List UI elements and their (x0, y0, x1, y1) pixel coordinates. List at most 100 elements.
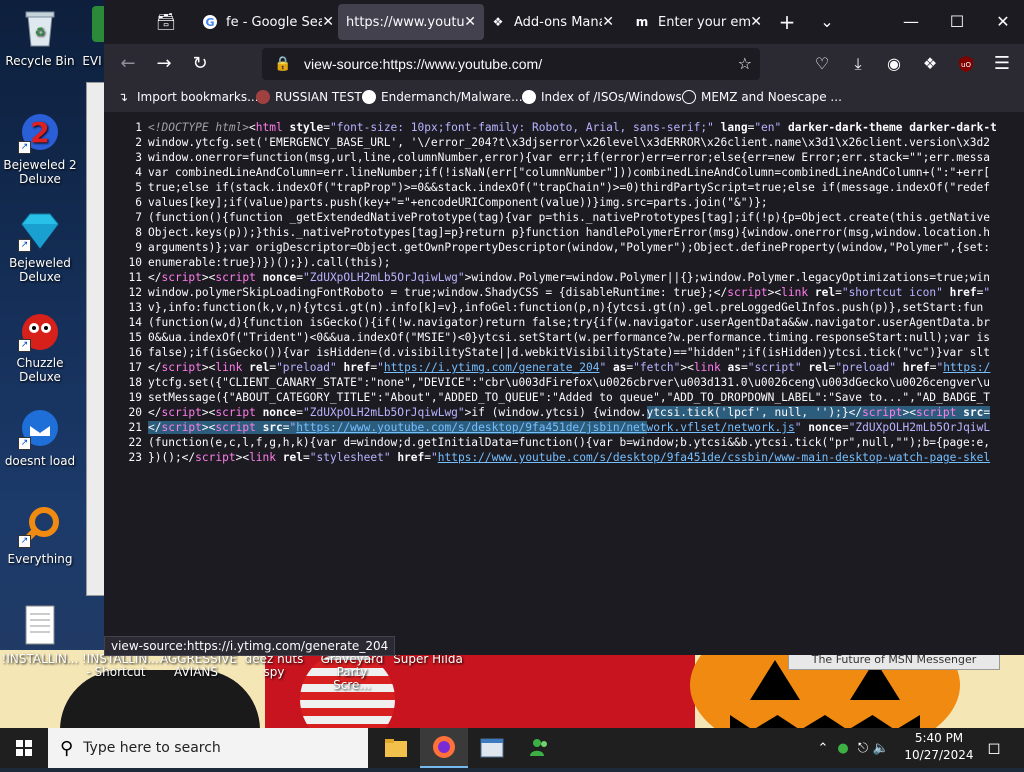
forward-button[interactable]: → (150, 50, 178, 78)
system-clock[interactable]: 5:40 PM 10/27/2024 (904, 730, 974, 764)
tab-google-search[interactable]: G fe - Google Sear ✕ (194, 4, 342, 40)
source-line: 2 window.ytcfg.set('EMERGENCY_BASE_URL', … (104, 135, 1024, 150)
firefox-icon (433, 736, 455, 758)
reload-button[interactable]: ↻ (186, 50, 214, 78)
line-number: 2 (135, 136, 142, 149)
maximize-button[interactable]: ☐ (942, 8, 972, 36)
source-code-text: <!DOCTYPE html><html style="font-size: 1… (148, 121, 997, 134)
source-code-text: ytcfg.set({"CLIENT_CANARY_STATE":"none",… (148, 376, 990, 389)
source-line: 6 values[key];if(value)parts.push(key+"="… (104, 195, 1024, 210)
bookmarks-toolbar: ↴ Import bookmarks... RUSSIAN TEST Enderm… (104, 84, 1024, 112)
back-button[interactable]: ← (114, 50, 142, 78)
notification-icon[interactable]: ◻ (980, 734, 1008, 762)
bookmark-memz[interactable]: MEMZ and Noescape ... (682, 90, 842, 104)
source-line: 9 arguments)};var origDescriptor=Object.g… (104, 240, 1024, 255)
source-line: 11 </script><script nonce="ZdUXpOLH2mLb5O… (104, 270, 1024, 285)
source-code-text: false);if(isGecko()){var isHidden=(d.vis… (148, 346, 990, 359)
network-icon[interactable]: ⎋ (854, 741, 872, 756)
import-icon: ↴ (118, 90, 129, 104)
line-number: 5 (135, 181, 142, 194)
line-number: 7 (135, 211, 142, 224)
svg-text:G: G (205, 16, 214, 29)
tab-bar: 🗃 G fe - Google Sear ✕ https://www.youtu… (104, 0, 1024, 44)
source-line: 21 </script><script src="https://www.yout… (104, 420, 1024, 435)
pocket-icon[interactable]: ♡ (808, 50, 836, 78)
firefox-window: 🗃 G fe - Google Sear ✕ https://www.youtu… (104, 0, 1024, 655)
google-icon: G (202, 14, 218, 30)
bookmark-import[interactable]: ↴ Import bookmarks... (118, 90, 259, 104)
line-number: 16 (128, 346, 142, 359)
tab-enter-email[interactable]: m Enter your email ✕ (626, 4, 770, 40)
app-icon (82, 6, 104, 50)
desktop-icon-doesnt-load[interactable]: ↗ doesnt load (0, 406, 80, 468)
taskbar-app-window[interactable] (468, 728, 516, 768)
list-all-tabs-button[interactable]: ⌄ (812, 8, 842, 36)
line-number: 19 (128, 391, 142, 404)
source-code-text: (function(e,c,l,f,g,h,k){var d=window;d.… (148, 436, 990, 449)
source-line: 19 setMessage({"ABOUT_CATEGORY_TITLE":"Ab… (104, 390, 1024, 405)
bookmark-star-icon[interactable]: ☆ (738, 54, 752, 73)
source-code-text: </script><link rel="preload" href="https… (148, 361, 991, 374)
source-line: 7 (function(){function _getExtendedNative… (104, 210, 1024, 225)
desktop-icon-everything[interactable]: ↗ Everything (0, 504, 80, 566)
volume-icon[interactable]: 🔈 (872, 741, 890, 756)
source-line: 8 Object.keys(p));}this._nativePrototypes… (104, 225, 1024, 240)
taskbar-file-explorer[interactable] (372, 728, 420, 768)
page-source-view[interactable]: 1 <!DOCTYPE html><html style="font-size: … (104, 112, 1024, 640)
bookmark-russian-test[interactable]: RUSSIAN TEST (256, 90, 362, 104)
source-line: 4 var combinedLineAndColumn=err.lineNumbe… (104, 165, 1024, 180)
bookmark-index-isos[interactable]: Index of /ISOs/Windows (522, 90, 682, 104)
ublock-origin-icon[interactable]: uO (952, 50, 980, 78)
url-bar[interactable]: 🔒 view-source:https://www.youtube.com/ ☆ (262, 48, 760, 80)
source-line: 1 <!DOCTYPE html><html style="font-size: … (104, 120, 1024, 135)
source-line: 20 </script><script nonce="ZdUXpOLH2mLb5O… (104, 405, 1024, 420)
line-number: 21 (128, 421, 142, 434)
bookmark-endermanch[interactable]: Endermanch/Malware... (362, 90, 523, 104)
extensions-icon[interactable]: ❖ (916, 50, 944, 78)
source-line: 12 window.polymerSkipLoadingFontRoboto = … (104, 285, 1024, 300)
desktop-icon-recycle-bin[interactable]: ♻ Recycle Bin (0, 6, 80, 68)
new-tab-button[interactable]: + (772, 8, 802, 36)
source-code-text: Object.keys(p));}this._nativePrototypes[… (148, 226, 990, 239)
desktop-icon-evi[interactable]: EVI (80, 6, 104, 68)
system-tray: ⌃ ● ⎋ 🔈 (814, 728, 890, 768)
page-info-icon[interactable]: 🔒 (274, 56, 291, 72)
line-number: 9 (135, 241, 142, 254)
desktop-icon-bejeweled-2[interactable]: 2 ↗ Bejeweled 2 Deluxe (0, 110, 80, 186)
desktop-icon-installing[interactable]: !INSTALLIN... (0, 604, 80, 666)
close-icon[interactable]: ✕ (602, 14, 614, 30)
desktop-icon-chuzzle[interactable]: ↗ Chuzzle Deluxe (0, 308, 80, 384)
desktop-icon-graveyard-party[interactable]: Graveyard Party Scre... (316, 653, 388, 692)
account-icon[interactable]: ◉ (880, 50, 908, 78)
svg-text:2: 2 (30, 116, 49, 149)
link-status-tooltip: view-source:https://i.ytimg.com/generate… (104, 636, 396, 656)
tab-addons-manager[interactable]: ❖ Add-ons Manage ✕ (482, 4, 622, 40)
tab-overview-icon[interactable]: 🗃 (152, 8, 180, 36)
source-code-text: })();</script><link rel="stylesheet" hre… (148, 451, 991, 464)
taskbar-msn-messenger[interactable] (516, 728, 564, 768)
close-window-button[interactable]: ✕ (988, 8, 1018, 36)
desktop-icon-aggressive-avians[interactable]: AGGRESSIVE AVIANS (160, 653, 237, 679)
recycle-bin-icon: ♻ (18, 6, 62, 50)
desktop-icon-deez-nuts-spy[interactable]: deez nuts spy (234, 653, 314, 679)
menu-icon[interactable]: ☰ (988, 50, 1016, 78)
taskbar-firefox[interactable] (420, 728, 468, 768)
desktop-icon-installing-shortcut[interactable]: !INSTALLIN... - Shortcut (82, 653, 159, 679)
minimize-button[interactable]: — (896, 8, 926, 36)
close-icon[interactable]: ✕ (322, 14, 334, 30)
start-button[interactable] (0, 728, 48, 768)
close-icon[interactable]: ✕ (750, 14, 762, 30)
close-icon[interactable]: ✕ (464, 14, 476, 30)
tab-youtube-source[interactable]: https://www.youtub ✕ (338, 4, 484, 40)
desktop-icon-bejeweled[interactable]: ↗ Bejeweled Deluxe (0, 208, 80, 284)
svg-text:uO: uO (961, 61, 971, 69)
magnifier-icon: ↗ (18, 504, 62, 548)
line-number: 1 (135, 121, 142, 134)
chevron-up-icon[interactable]: ⌃ (814, 741, 832, 756)
source-code-text: enumerable:true})})();}).call(this); (148, 256, 391, 269)
downloads-icon[interactable]: ⤓ (844, 50, 872, 78)
taskbar-search-box[interactable]: ⚲ Type here to search (48, 728, 368, 768)
messenger-buddies-icon (530, 739, 547, 756)
url-text[interactable]: view-source:https://www.youtube.com/ (304, 56, 542, 72)
msn-tray-icon[interactable]: ● (832, 741, 854, 756)
